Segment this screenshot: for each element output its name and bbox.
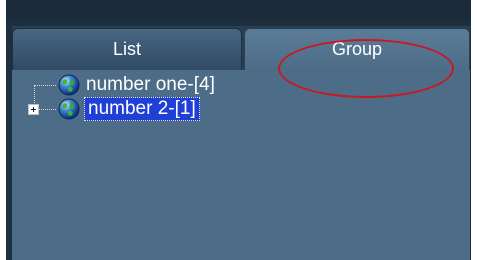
panel-content: List Group number one-[4] number 2-[1] <box>12 26 470 260</box>
tab-bar: List Group <box>12 26 470 70</box>
group-tree: number one-[4] number 2-[1] <box>12 70 470 260</box>
tab-list-label: List <box>112 39 141 59</box>
tab-group-label: Group <box>331 39 383 59</box>
top-bar <box>6 0 471 20</box>
tree-item-label: number one-[4] <box>86 74 215 95</box>
tab-group[interactable]: Group <box>244 28 470 70</box>
side-panel: List Group number one-[4] number 2-[1] <box>6 20 471 260</box>
globe-icon <box>58 98 80 120</box>
tree-item-number-one[interactable]: number one-[4] <box>58 73 217 97</box>
tree-guide-horizontal <box>34 85 56 86</box>
app-frame: List Group number one-[4] number 2-[1] <box>0 0 477 260</box>
globe-icon <box>58 74 80 96</box>
expand-plus-icon[interactable] <box>28 104 39 115</box>
tab-list[interactable]: List <box>12 28 242 70</box>
tree-item-number-2[interactable]: number 2-[1] <box>58 97 200 121</box>
tree-item-label-selected: number 2-[1] <box>84 97 200 121</box>
